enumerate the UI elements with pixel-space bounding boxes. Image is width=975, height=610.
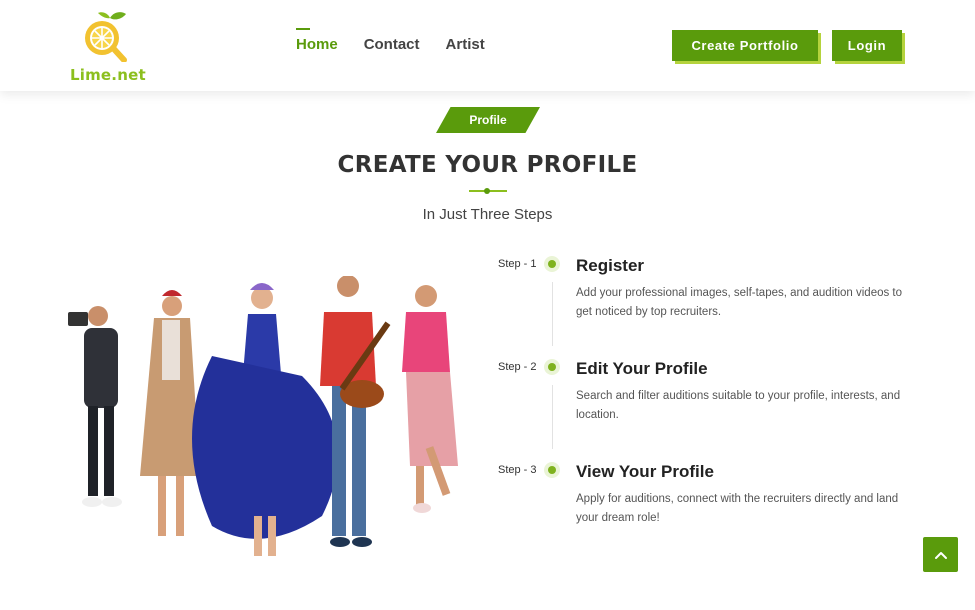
lime-magnifier-icon — [85, 12, 127, 62]
nav-contact[interactable]: Contact — [364, 36, 420, 53]
step-label: Step - 3 — [498, 464, 537, 476]
step-dot — [544, 462, 560, 478]
section-tag: Profile — [436, 107, 540, 133]
logo-text: Lime.net — [70, 66, 146, 84]
step-dot — [544, 359, 560, 375]
step-connector — [552, 385, 553, 449]
step-title: Register — [576, 256, 645, 275]
step-title: Edit Your Profile — [576, 359, 708, 378]
section-subtitle: In Just Three Steps — [422, 206, 553, 223]
step-description: Search and filter auditions suitable to … — [576, 390, 901, 421]
create-portfolio-button[interactable]: Create Portfolio — [672, 30, 818, 61]
nav-home[interactable]: Home — [296, 28, 338, 53]
step-label: Step - 1 — [498, 258, 537, 270]
title-divider-dot — [484, 188, 490, 194]
section-title: CREATE YOUR PROFILE — [337, 152, 638, 178]
pink-dancer-figure — [402, 285, 458, 513]
section-tag-label: Profile — [469, 113, 507, 127]
step-description: Add your professional images, self-tapes… — [576, 287, 903, 318]
performers-image — [68, 276, 458, 556]
logo[interactable]: Lime.net — [68, 10, 148, 86]
step-dot — [544, 256, 560, 272]
guitarist-figure — [320, 276, 391, 547]
dancer-figure — [192, 283, 338, 556]
login-button[interactable]: Login — [832, 30, 902, 61]
step-connector — [552, 282, 553, 346]
site-header: Lime.net Home Contact Artist Create Port… — [0, 0, 975, 91]
photographer-figure — [68, 306, 122, 507]
step-label: Step - 2 — [498, 361, 537, 373]
main-nav: Home Contact Artist — [296, 28, 485, 53]
step-title: View Your Profile — [576, 462, 714, 481]
nav-artist[interactable]: Artist — [446, 36, 485, 53]
singer-figure — [140, 290, 200, 536]
back-to-top-button[interactable] — [923, 537, 958, 572]
chevron-up-icon — [934, 551, 947, 559]
step-description: Apply for auditions, connect with the re… — [576, 493, 899, 524]
